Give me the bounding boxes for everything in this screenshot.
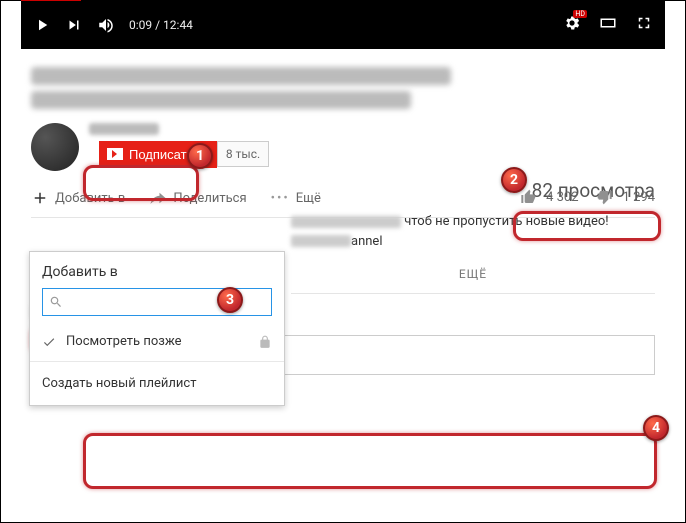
channel-row: Подписаться 8 тыс.	[31, 123, 655, 171]
volume-icon	[97, 16, 115, 34]
search-icon	[49, 295, 63, 309]
add-to-label: Добавить в	[55, 191, 125, 206]
dropdown-divider	[30, 361, 284, 362]
description-area: чтоб не пропустить новые видео! annel ЕЩ…	[291, 212, 655, 294]
play-icon	[33, 16, 51, 34]
channel-name[interactable]	[89, 123, 159, 135]
action-row: Добавить в Поделиться ••• Ещё 4 302 1 29…	[31, 189, 655, 207]
watch-later-label: Посмотреть позже	[66, 334, 182, 349]
add-to-button[interactable]: Добавить в	[31, 189, 125, 207]
share-icon	[149, 189, 167, 207]
dislike-count: 1 294	[623, 190, 655, 205]
share-label: Поделиться	[173, 191, 246, 206]
plus-icon	[31, 189, 49, 207]
desc-line2: annel	[351, 234, 382, 249]
video-title-line1	[31, 67, 451, 85]
callout-4	[83, 433, 657, 489]
desc-blur	[291, 216, 401, 228]
volume-button[interactable]	[97, 16, 115, 34]
thumb-up-icon	[520, 189, 536, 205]
show-more-button[interactable]: ЕЩЁ	[291, 265, 655, 294]
subscriber-count: 8 тыс.	[217, 141, 269, 167]
next-icon	[65, 16, 83, 34]
hd-badge: HD	[573, 10, 587, 18]
subscribe-wrap: Подписаться 8 тыс.	[99, 141, 269, 168]
next-button[interactable]	[65, 16, 83, 34]
addto-header: Добавить в	[30, 264, 284, 288]
like-count: 4 302	[546, 190, 578, 205]
check-icon	[42, 335, 56, 349]
dislike-button[interactable]: 1 294	[597, 189, 655, 205]
video-player-bar: 0:09 / 12:44 HD	[21, 1, 665, 49]
channel-avatar[interactable]	[31, 123, 79, 171]
share-button[interactable]: Поделиться	[149, 189, 246, 207]
more-button[interactable]: ••• Ещё	[271, 191, 321, 206]
watch-later-item[interactable]: Посмотреть позже	[30, 326, 284, 357]
fullscreen-button[interactable]	[635, 14, 653, 36]
player-time: 0:09 / 12:44	[129, 18, 193, 32]
progress-played	[21, 0, 81, 1]
marker-3: 3	[217, 287, 243, 313]
video-title-line2	[31, 91, 411, 109]
play-button[interactable]	[33, 16, 51, 34]
dots-icon: •••	[271, 191, 290, 206]
desc-line1: чтоб не пропустить новые видео!	[404, 214, 608, 229]
thumb-down-icon	[597, 189, 613, 205]
more-label: Ещё	[296, 191, 321, 206]
lock-icon	[258, 335, 272, 349]
time-current: 0:09	[129, 18, 152, 32]
theater-button[interactable]	[599, 14, 617, 36]
time-total: 12:44	[163, 18, 193, 32]
likes-block: 4 302 1 294	[520, 189, 655, 205]
fullscreen-icon	[635, 14, 653, 32]
youtube-icon	[107, 148, 123, 160]
marker-1: 1	[187, 143, 213, 169]
marker-4: 4	[643, 415, 669, 441]
theater-icon	[599, 14, 617, 32]
create-playlist-button[interactable]: Создать новый плейлист	[30, 366, 284, 397]
like-button[interactable]: 4 302	[520, 189, 578, 205]
desc-blur2	[291, 235, 351, 247]
settings-button[interactable]: HD	[563, 14, 581, 36]
addto-dropdown: Добавить в Посмотреть позже Создать новы…	[29, 251, 285, 406]
player-right-controls: HD	[563, 14, 653, 36]
marker-2: 2	[501, 167, 527, 193]
